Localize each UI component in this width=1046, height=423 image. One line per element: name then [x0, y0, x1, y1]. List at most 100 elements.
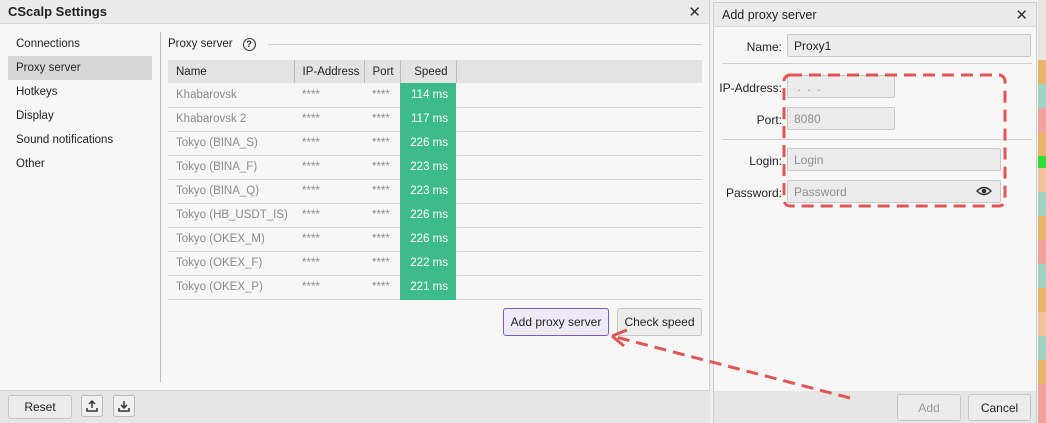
cell-filler	[456, 251, 702, 276]
close-icon[interactable]: ✕	[688, 3, 701, 21]
ip-address-label: IP-Address:	[719, 81, 782, 95]
settings-window: CScalp Settings ✕ Connections Proxy serv…	[0, 0, 710, 423]
table-row[interactable]: Tokyo (HB_USDT_IS) **** **** 226 ms	[168, 203, 702, 228]
login-label: Login:	[749, 154, 782, 168]
cell-filler	[456, 179, 702, 204]
background-edge	[1038, 360, 1046, 384]
nav-item-display[interactable]: Display	[8, 104, 152, 128]
port-label: Port:	[756, 113, 782, 127]
cell-port: ****	[364, 275, 400, 300]
cell-port: ****	[364, 155, 400, 180]
upload-icon[interactable]	[81, 395, 103, 417]
cell-filler	[456, 83, 702, 108]
cell-port: ****	[364, 179, 400, 204]
background-edge	[1038, 168, 1046, 192]
section-rule	[267, 43, 702, 45]
cell-ip: ****	[294, 227, 364, 252]
background-edge	[1038, 156, 1046, 168]
cell-ip: ****	[294, 203, 364, 228]
nav-item-sound-notifications[interactable]: Sound notifications	[8, 128, 152, 152]
cell-speed: 226 ms	[400, 203, 456, 228]
cell-filler	[456, 227, 702, 252]
nav-divider	[160, 32, 161, 382]
cell-port: ****	[364, 83, 400, 108]
table-header-row: Name IP-Address Port Speed	[168, 60, 702, 83]
background-edge	[1038, 288, 1046, 312]
section-title: Proxy server	[168, 38, 233, 50]
table-row[interactable]: Tokyo (BINA_S) **** **** 226 ms	[168, 131, 702, 156]
cell-speed: 223 ms	[400, 179, 456, 204]
cell-ip: ****	[294, 107, 364, 132]
background-edge	[1038, 192, 1046, 216]
cell-name: Tokyo (HB_USDT_IS)	[168, 203, 294, 228]
table-row[interactable]: Khabarovsk 2 **** **** 117 ms	[168, 107, 702, 132]
name-label: Name:	[746, 40, 782, 54]
table-row[interactable]: Tokyo (BINA_F) **** **** 223 ms	[168, 155, 702, 180]
ip-address-field[interactable]	[787, 75, 895, 98]
nav-item-connections[interactable]: Connections	[8, 32, 152, 56]
cell-speed: 114 ms	[400, 83, 456, 108]
cell-filler	[456, 275, 702, 300]
reset-button[interactable]: Reset	[8, 395, 72, 419]
settings-titlebar: CScalp Settings ✕	[0, 0, 709, 24]
cell-name: Khabarovsk	[168, 83, 294, 108]
add-button[interactable]: Add	[897, 394, 961, 421]
cell-port: ****	[364, 251, 400, 276]
background-edge	[1038, 216, 1046, 240]
dialog-title: Add proxy server	[722, 7, 817, 22]
table-row[interactable]: Tokyo (BINA_Q) **** **** 223 ms	[168, 179, 702, 204]
cell-filler	[456, 107, 702, 132]
close-icon[interactable]: ✕	[1015, 6, 1028, 24]
nav-item-hotkeys[interactable]: Hotkeys	[8, 80, 152, 104]
proxy-content: Proxy server ? Name IP-Address Port Spee…	[168, 32, 702, 300]
cell-name: Tokyo (OKEX_M)	[168, 227, 294, 252]
column-header-port[interactable]: Port	[364, 60, 401, 83]
table-row[interactable]: Khabarovsk **** **** 114 ms	[168, 83, 702, 108]
eye-icon[interactable]	[976, 184, 992, 201]
cell-ip: ****	[294, 155, 364, 180]
dialog-titlebar: Add proxy server ✕	[714, 3, 1036, 27]
table-row[interactable]: Tokyo (OKEX_M) **** **** 226 ms	[168, 227, 702, 252]
column-header-ip[interactable]: IP-Address	[294, 60, 365, 83]
add-proxy-server-button[interactable]: Add proxy server	[503, 308, 609, 336]
cell-speed: 226 ms	[400, 131, 456, 156]
cell-port: ****	[364, 107, 400, 132]
dialog-divider	[722, 63, 1032, 64]
settings-footer: Reset	[0, 390, 710, 423]
cell-filler	[456, 155, 702, 180]
nav-item-other[interactable]: Other	[8, 152, 152, 176]
download-icon[interactable]	[113, 395, 135, 417]
table-row[interactable]: Tokyo (OKEX_F) **** **** 222 ms	[168, 251, 702, 276]
check-speed-button[interactable]: Check speed	[617, 308, 702, 336]
background-edge	[1038, 108, 1046, 132]
section-header: Proxy server ?	[168, 32, 702, 56]
background-edge	[1038, 60, 1046, 84]
dialog-divider	[722, 139, 1032, 140]
cell-port: ****	[364, 227, 400, 252]
nav-item-proxy-server[interactable]: Proxy server	[8, 56, 152, 80]
column-header-filler	[456, 60, 702, 83]
cancel-button[interactable]: Cancel	[968, 394, 1031, 421]
column-header-speed[interactable]: Speed	[400, 60, 457, 83]
column-header-name[interactable]: Name	[168, 60, 295, 83]
name-field[interactable]	[787, 34, 1031, 57]
cell-ip: ****	[294, 131, 364, 156]
cell-name: Tokyo (BINA_Q)	[168, 179, 294, 204]
table-row[interactable]: Tokyo (OKEX_P) **** **** 221 ms	[168, 275, 702, 300]
cell-speed: 223 ms	[400, 155, 456, 180]
cell-name: Tokyo (OKEX_F)	[168, 251, 294, 276]
cell-ip: ****	[294, 275, 364, 300]
question-circle-icon[interactable]: ?	[242, 37, 256, 51]
cell-speed: 222 ms	[400, 251, 456, 276]
background-edge	[1038, 264, 1046, 288]
password-field[interactable]	[787, 180, 1001, 203]
settings-nav: Connections Proxy server Hotkeys Display…	[8, 32, 152, 176]
background-edge	[1038, 336, 1046, 360]
cell-ip: ****	[294, 179, 364, 204]
cell-speed: 221 ms	[400, 275, 456, 300]
port-field[interactable]	[787, 107, 895, 130]
cell-ip: ****	[294, 83, 364, 108]
login-field[interactable]	[787, 148, 1001, 171]
cell-name: Khabarovsk 2	[168, 107, 294, 132]
cell-speed: 117 ms	[400, 107, 456, 132]
